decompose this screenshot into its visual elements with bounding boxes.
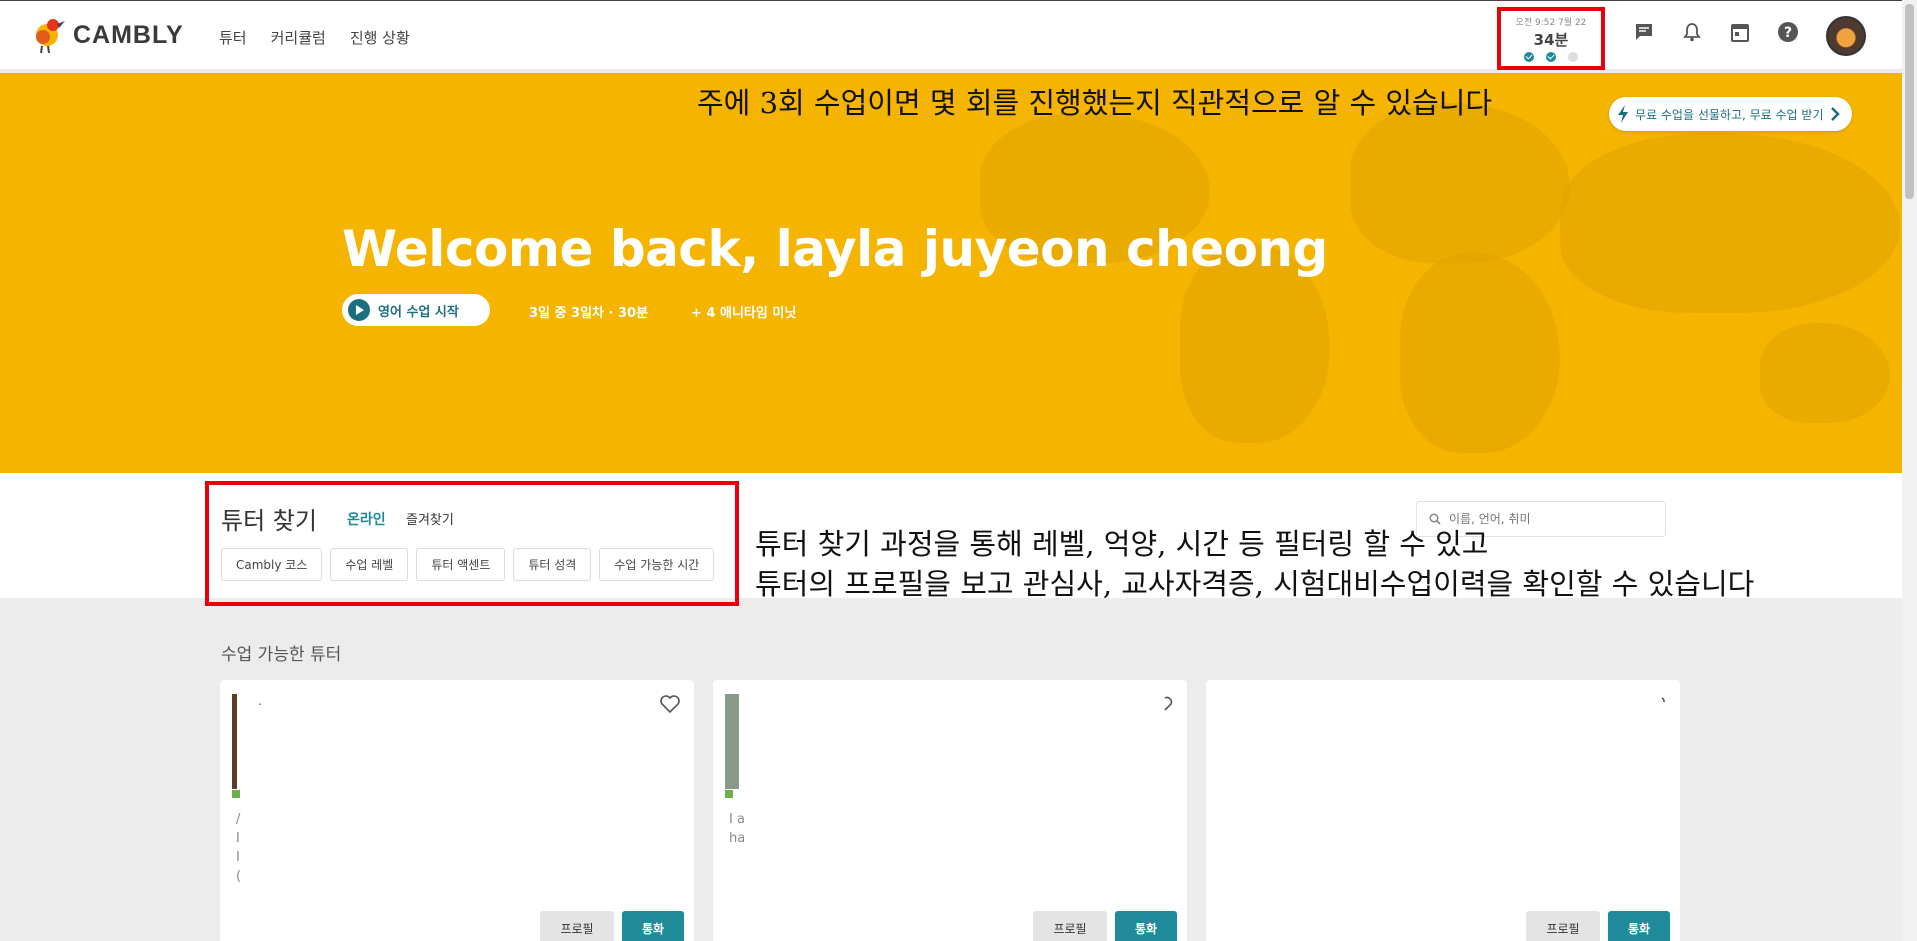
chat-icon[interactable]	[1630, 18, 1657, 45]
profile-button[interactable]: 프로필	[1526, 911, 1600, 941]
tutor-card[interactable]: . / I I ( 프로필 통화	[220, 680, 694, 941]
play-icon	[348, 299, 370, 321]
filter-lesson-level[interactable]: 수업 레벨	[330, 548, 409, 581]
scrollbar-thumb[interactable]	[1905, 4, 1914, 199]
call-button[interactable]: 통화	[1608, 911, 1670, 941]
page-scrollbar[interactable]	[1902, 0, 1917, 941]
tutor-bio: I a ha	[729, 810, 745, 848]
chevron-right-icon	[1830, 107, 1840, 121]
profile-button[interactable]: 프로필	[540, 911, 614, 941]
favorite-heart-icon[interactable]	[1644, 692, 1668, 716]
world-map-decoration	[1560, 133, 1900, 313]
anytime-minutes-stat[interactable]: + 4 애니타임 미닛	[691, 302, 796, 321]
progress-minutes: 34분	[1533, 31, 1569, 49]
tutor-bio-line: /	[236, 812, 241, 827]
tutor-card-actions: 프로필 통화	[1526, 911, 1670, 941]
filter-annotation-line1: 튜터 찾기 과정을 통해 레벨, 억양, 시간 등 필터링 할 수 있고	[755, 527, 1489, 561]
tutor-card[interactable]: 프로필 통화	[1206, 680, 1680, 941]
call-button[interactable]: 통화	[622, 911, 684, 941]
user-avatar[interactable]	[1826, 16, 1866, 56]
nav-curriculum[interactable]: 커리큘럼	[271, 27, 326, 48]
filter-cambly-course[interactable]: Cambly 코스	[221, 548, 323, 581]
tutor-card-actions: 프로필 통화	[540, 911, 684, 941]
top-navigation-bar: CAMBLY 튜터 커리큘럼 진행 상황 오전 9:52 7월 22 34분 ?	[0, 0, 1902, 70]
start-lesson-label: 영어 수업 시작	[378, 304, 459, 320]
logo-text: CAMBLY	[73, 20, 184, 49]
call-button[interactable]: 통화	[1115, 911, 1177, 941]
tutor-bio-line: ha	[729, 831, 746, 846]
tutor-card-actions: 프로필 통화	[1033, 911, 1177, 941]
progress-annotation: 주에 3회 수업이면 몇 회를 진행했는지 직관적으로 알 수 있습니다	[697, 86, 1493, 120]
lesson-progress-dots	[1501, 52, 1601, 62]
weekly-progress-widget[interactable]: 오전 9:52 7월 22 34분	[1497, 7, 1605, 70]
available-tutors-title: 수업 가능한 튜터	[221, 645, 342, 665]
tutor-bio-line: I	[236, 850, 240, 865]
tutor-photo	[725, 694, 739, 789]
find-tutor-highlight	[205, 481, 739, 606]
lightning-icon	[1618, 105, 1628, 123]
filter-tutor-personality[interactable]: 튜터 성격	[513, 548, 592, 581]
lesson-pending-dot	[1568, 52, 1578, 62]
start-lesson-button[interactable]: 영어 수업 시작	[342, 294, 490, 326]
tutor-card[interactable]: I a ha 프로필 통화	[713, 680, 1187, 941]
nav-progress[interactable]: 진행 상황	[350, 27, 410, 48]
tutor-filters: Cambly 코스 수업 레벨 튜터 액센트 튜터 성격 수업 가능한 시간	[221, 548, 715, 581]
lesson-done-check-icon	[1546, 52, 1556, 62]
tab-favorites[interactable]: 즐겨찾기	[406, 509, 454, 528]
main-nav: 튜터 커리큘럼 진행 상황	[219, 27, 410, 48]
help-icon[interactable]: ?	[1774, 18, 1801, 45]
world-map-decoration	[1400, 253, 1560, 453]
tab-online[interactable]: 온라인	[347, 509, 386, 529]
tutor-name: .	[258, 694, 262, 708]
svg-text:?: ?	[1783, 25, 1791, 41]
tutor-bio: / I I (	[236, 810, 241, 886]
tutor-photo	[232, 694, 237, 789]
favorite-heart-icon[interactable]	[658, 692, 682, 716]
welcome-hero: 주에 3회 수업이면 몇 회를 진행했는지 직관적으로 알 수 있습니다 무료 …	[0, 73, 1902, 473]
nav-tutors[interactable]: 튜터	[219, 27, 247, 48]
tutor-bio-line: (	[236, 869, 242, 884]
world-map-decoration	[1350, 103, 1570, 263]
cambly-bird-logo-icon	[36, 19, 65, 54]
progress-time-label: 오전 9:52 7월 22	[1515, 18, 1587, 28]
lesson-done-check-icon	[1524, 52, 1534, 62]
find-tutor-title: 튜터 찾기	[221, 507, 317, 535]
calendar-icon[interactable]	[1726, 18, 1753, 45]
filter-annotation-line2: 튜터의 프로필을 보고 관심사, 교사자격증, 시험대비수업이력을 확인할 수 …	[755, 567, 1755, 601]
tutor-bio-line: I	[236, 831, 240, 846]
referral-button[interactable]: 무료 수업을 선물하고, 무료 수업 받기	[1609, 97, 1852, 131]
profile-button[interactable]: 프로필	[1033, 911, 1107, 941]
world-map-decoration	[1760, 323, 1890, 423]
bell-icon[interactable]	[1678, 18, 1705, 45]
favorite-heart-icon[interactable]	[1151, 692, 1175, 716]
online-status-icon	[725, 790, 733, 798]
online-status-icon	[232, 790, 240, 798]
cambly-logo[interactable]: CAMBLY	[33, 15, 184, 55]
cambly-dashboard: CAMBLY 튜터 커리큘럼 진행 상황 오전 9:52 7월 22 34분 ?…	[0, 0, 1917, 941]
referral-label: 무료 수업을 선물하고, 무료 수업 받기	[1635, 107, 1824, 122]
streak-stat: 3일 중 3일차 · 30분	[529, 306, 649, 321]
tutor-bio-line: I a	[729, 812, 745, 827]
header-icons: ?	[1630, 18, 1801, 45]
welcome-heading: Welcome back, layla juyeon cheong	[342, 220, 1328, 278]
filter-available-time[interactable]: 수업 가능한 시간	[599, 548, 715, 581]
filter-tutor-accent[interactable]: 튜터 액센트	[416, 548, 506, 581]
